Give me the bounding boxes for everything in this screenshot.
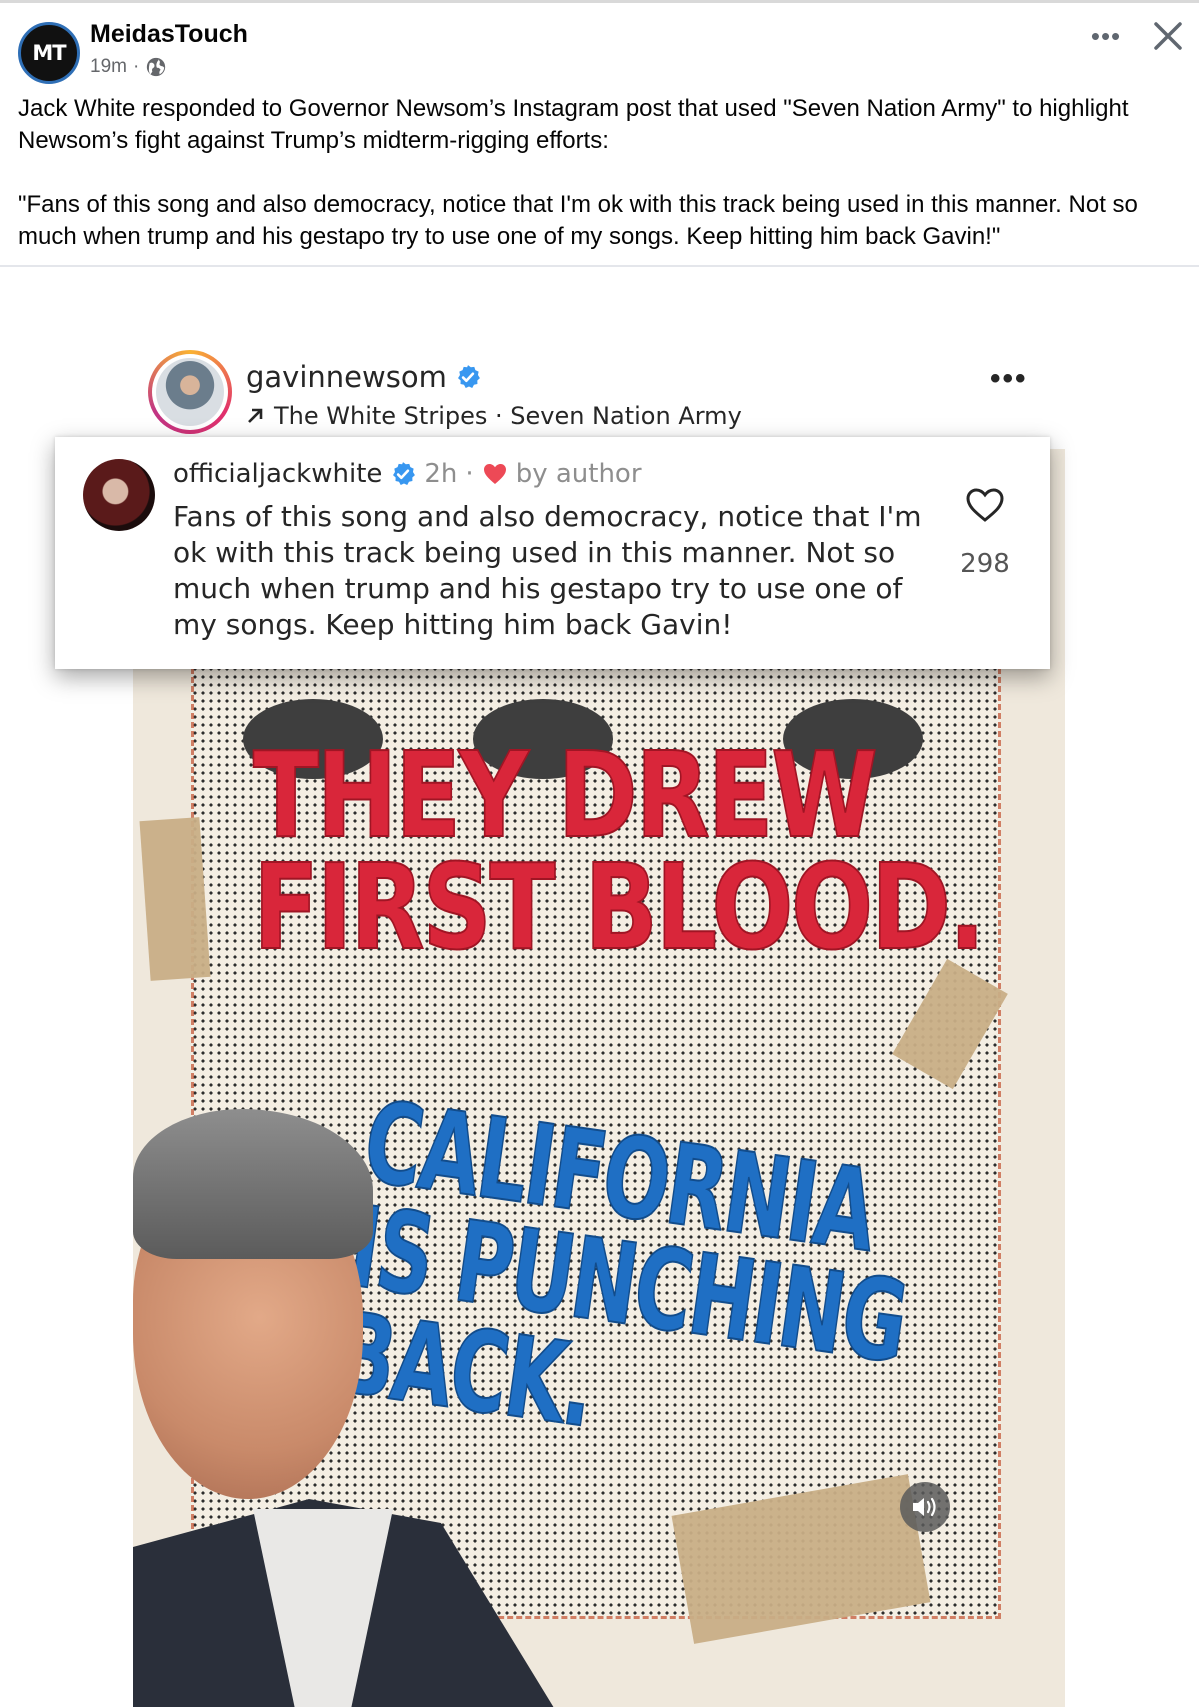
comment-header: officialjackwhite 2h · by author — [173, 459, 642, 489]
newsom-portrait — [133, 1109, 573, 1707]
comment-time: 2h — [424, 459, 458, 489]
volume-button[interactable] — [900, 1482, 950, 1532]
headline-line: FIRST BLOOD. — [252, 838, 986, 977]
instagram-more-icon: ••• — [990, 362, 1028, 395]
instagram-audio-label: The White Stripes · Seven Nation Army — [246, 402, 742, 430]
post-text: Jack White responded to Governor Newsom’… — [18, 93, 1178, 253]
meta-separator: · — [132, 56, 140, 77]
post-paragraph: "Fans of this song and also democracy, n… — [18, 191, 1145, 250]
post-options-button[interactable]: ••• — [1082, 20, 1130, 52]
instagram-username-text: gavinnewsom — [246, 360, 447, 394]
avatar-logo-text: MT — [32, 41, 66, 65]
heart-outline-icon — [966, 488, 1004, 522]
commenter-avatar — [83, 459, 155, 531]
post-paragraph: Jack White responded to Governor Newsom’… — [18, 95, 1136, 154]
heart-filled-icon — [483, 464, 506, 484]
post-meta: 19m · — [90, 56, 167, 78]
page-avatar[interactable]: MT — [18, 22, 80, 84]
headline-line: THEY DREW — [252, 726, 878, 864]
instagram-song-text: The White Stripes · Seven Nation Army — [274, 402, 742, 430]
verified-badge-icon — [457, 365, 480, 388]
post-time[interactable]: 19m — [90, 56, 127, 78]
instagram-avatar — [148, 350, 232, 434]
top-divider — [0, 0, 1199, 3]
headline-red: THEY DREW FIRST BLOOD. — [252, 726, 986, 977]
close-icon[interactable] — [1148, 16, 1188, 56]
comment-separator: · — [465, 459, 474, 489]
instagram-username: gavinnewsom — [246, 360, 481, 394]
tape-strip — [139, 817, 211, 981]
globe-icon — [147, 57, 166, 77]
instagram-comment-card: officialjackwhite 2h · by author Fans of… — [55, 437, 1050, 669]
post-media-image[interactable]: gavinnewsom The White Stripes · Seven Na… — [0, 267, 1199, 1707]
instagram-post-header: gavinnewsom The White Stripes · Seven Na… — [148, 350, 1048, 440]
comment-like-count: 298 — [960, 549, 1010, 579]
page-name[interactable]: MeidasTouch — [90, 20, 248, 49]
commenter-username: officialjackwhite — [173, 459, 383, 489]
verified-badge-icon — [393, 462, 416, 485]
liked-by-author-label: by author — [515, 459, 642, 489]
arrow-up-right-icon — [248, 408, 263, 423]
speaker-icon — [913, 1497, 936, 1517]
comment-body: Fans of this song and also democracy, no… — [173, 500, 922, 641]
post-header: MT MeidasTouch 19m · ••• — [0, 4, 1199, 92]
